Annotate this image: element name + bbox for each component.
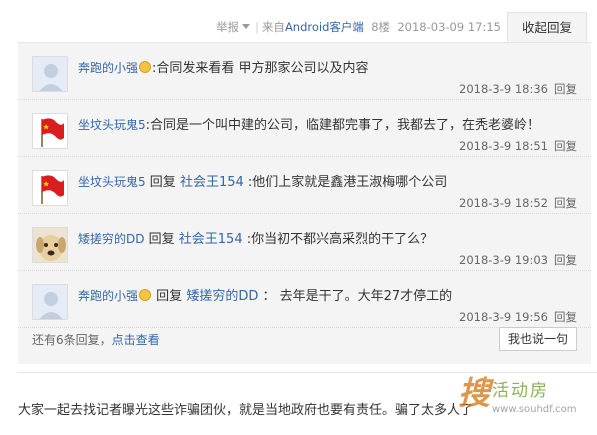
collapse-replies-button[interactable]: 收起回复 — [507, 12, 587, 44]
more-replies-count: 还有6条回复， — [32, 333, 112, 347]
reply-content: :合同是一个叫中建的公司，临建都完事了，我都去了，在秃老婆岭！ — [145, 118, 541, 133]
reply-word: 回复 — [156, 289, 183, 304]
from-label: 来自 — [261, 20, 285, 34]
reply-username[interactable]: 奔跑的小强 — [78, 289, 138, 303]
reply-item: 坐坟头玩鬼5 回复 社会王154 :他们上家就是鑫港王淑梅哪个公司 2018-3… — [18, 157, 591, 214]
reply-time: 2018-3-9 18:36 — [459, 82, 548, 96]
reply-button[interactable]: 回复 — [554, 139, 577, 153]
reply-username[interactable]: 坐坟头玩鬼5 — [78, 175, 146, 189]
reply-target-user[interactable]: 社会王154 — [180, 175, 244, 190]
default-avatar-icon[interactable] — [32, 284, 68, 320]
reply-target-user[interactable]: 矮搓穷的DD — [186, 289, 258, 304]
reply-target-user[interactable]: 社会王154 — [179, 232, 243, 247]
reply-time: 2018-3-9 19:56 — [459, 310, 548, 324]
chevron-down-icon[interactable] — [242, 24, 251, 29]
post-meta-bar: 举报 | 来自Android客户端 8楼 2018-03-09 17:15 收起回复 — [0, 12, 597, 44]
reply-button[interactable]: 回复 — [554, 196, 577, 210]
floor-number: 8楼 — [371, 20, 391, 34]
reply-button[interactable]: 回复 — [554, 82, 577, 96]
watermark-logo: 搜 活动房 www.souhdf.com — [458, 364, 597, 429]
reply-line: 矮搓穷的DD 回复 社会王154 :你当初不都兴高采烈的干了么？ — [78, 228, 433, 247]
emoji-icon — [139, 61, 152, 73]
view-more-link[interactable]: 点击查看 — [112, 333, 160, 347]
reply-line: 奔跑的小强 回复 矮搓穷的DD ： 去年是干了。大年27才停工的 — [78, 285, 452, 304]
reply-time: 2018-3-9 18:52 — [459, 196, 548, 210]
reply-footer: 2018-3-9 19:03 回复 — [459, 252, 577, 268]
reply-button[interactable]: 回复 — [554, 310, 577, 324]
more-replies-text: 还有6条回复，点击查看 — [32, 331, 160, 348]
reply-line: 坐坟头玩鬼5:合同是一个叫中建的公司，临建都完事了，我都去了，在秃老婆岭！ — [78, 114, 540, 133]
post-meta: 举报 | 来自Android客户端 8楼 2018-03-09 17:15 — [216, 19, 501, 35]
flag-avatar-icon[interactable] — [32, 113, 68, 149]
reply-username[interactable]: 矮搓穷的DD — [78, 232, 144, 246]
reply-word: 回复 — [148, 232, 175, 247]
reply-footer: 2018-3-9 18:51 回复 — [459, 138, 577, 154]
reply-item: 奔跑的小强 :合同发来看看 甲方那家公司以及内容 2018-3-9 18:36 回复 — [18, 43, 591, 100]
reply-content: :你当初不都兴高采烈的干了么？ — [246, 232, 434, 247]
reply-line: 坐坟头玩鬼5 回复 社会王154 :他们上家就是鑫港王淑梅哪个公司 — [78, 171, 447, 190]
reply-button[interactable]: 回复 — [554, 253, 577, 267]
reply-item: 坐坟头玩鬼5:合同是一个叫中建的公司，临建都完事了，我都去了，在秃老婆岭！ 20… — [18, 100, 591, 157]
post-content: 大家一起去找记者曝光这些诈骗团伙，就是当地政府也要有责任。骗了太多人了 — [18, 403, 474, 418]
reply-line: 奔跑的小强 :合同发来看看 甲方那家公司以及内容 — [78, 57, 369, 76]
reply-time: 2018-3-9 18:51 — [459, 139, 548, 153]
meta-separator: | — [255, 20, 259, 34]
add-reply-button[interactable]: 我也说一句 — [499, 327, 577, 351]
reply-list-footer: 还有6条回复，点击查看 我也说一句 — [18, 325, 591, 365]
default-avatar-icon[interactable] — [32, 56, 68, 92]
client-app-link[interactable]: Android客户端 — [285, 20, 364, 34]
post-timestamp: 2018-03-09 17:15 — [397, 20, 501, 34]
watermark-url: www.souhdf.com — [492, 404, 577, 415]
dog-avatar-icon[interactable] — [32, 227, 68, 263]
reply-footer: 2018-3-9 18:36 回复 — [459, 81, 577, 97]
reply-word: 回复 — [149, 175, 176, 190]
reply-username[interactable]: 奔跑的小强 — [78, 61, 138, 75]
reply-footer: 2018-3-9 18:52 回复 — [459, 195, 577, 211]
reply-content: ： 去年是干了。大年27才停工的 — [262, 289, 453, 304]
reply-list-panel: 奔跑的小强 :合同发来看看 甲方那家公司以及内容 2018-3-9 18:36 回复… — [18, 42, 591, 364]
flag-avatar-icon[interactable] — [32, 170, 68, 206]
watermark-name: 活动房 — [492, 381, 549, 401]
reply-content: :他们上家就是鑫港王淑梅哪个公司 — [247, 175, 448, 190]
reply-item: 奔跑的小强 回复 矮搓穷的DD ： 去年是干了。大年27才停工的 2018-3-… — [18, 271, 591, 328]
reply-content: :合同发来看看 甲方那家公司以及内容 — [152, 61, 369, 76]
reply-footer: 2018-3-9 19:56 回复 — [459, 309, 577, 325]
reply-time: 2018-3-9 19:03 — [459, 253, 548, 267]
emoji-icon — [139, 289, 152, 301]
divider — [18, 372, 597, 373]
report-link[interactable]: 举报 — [216, 20, 239, 34]
reply-item: 矮搓穷的DD 回复 社会王154 :你当初不都兴高采烈的干了么？ 2018-3-… — [18, 214, 591, 271]
reply-username[interactable]: 坐坟头玩鬼5 — [78, 118, 146, 132]
